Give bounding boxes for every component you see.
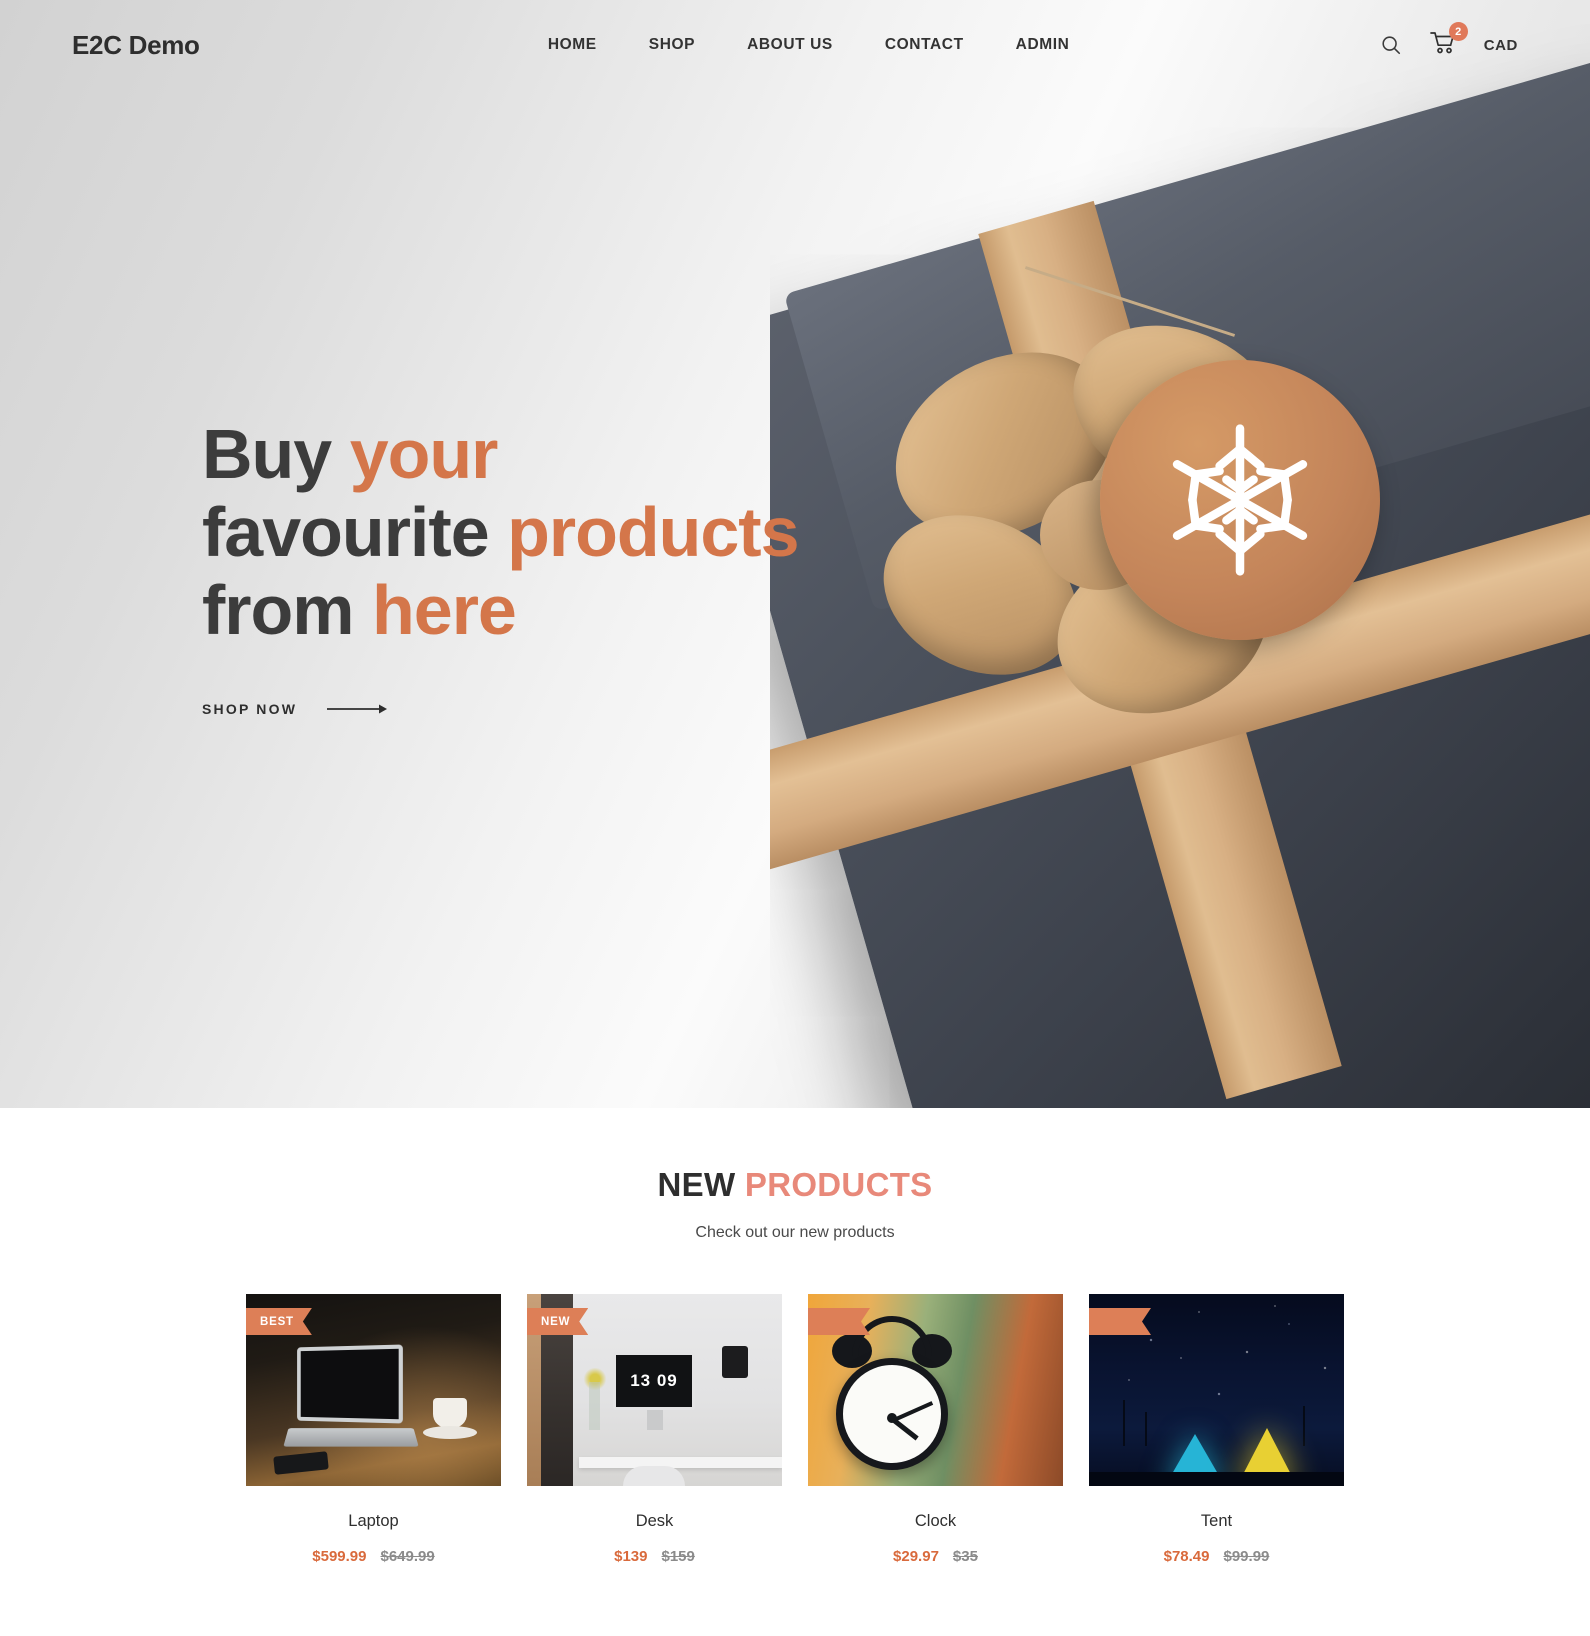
product-card-desk[interactable]: 13 09 NEW Desk $139 $159: [527, 1294, 782, 1565]
nav-item-about-us[interactable]: ABOUT US: [747, 36, 833, 54]
arrow-right-icon: [327, 704, 388, 714]
product-card-clock[interactable]: Clock $29.97 $35: [808, 1294, 1063, 1565]
product-price-current: $139: [614, 1548, 648, 1565]
product-price-original: $649.99: [380, 1548, 435, 1565]
nav-item-admin[interactable]: ADMIN: [1016, 36, 1070, 54]
hero-section: E2C Demo HOME SHOP ABOUT US CONTACT ADMI…: [0, 0, 1590, 1108]
nav-item-shop[interactable]: SHOP: [649, 36, 695, 54]
product-name: Desk: [635, 1512, 674, 1530]
product-price-row: $599.99 $649.99: [246, 1548, 501, 1565]
product-name: Laptop: [348, 1512, 399, 1530]
product-image-clock[interactable]: [808, 1294, 1063, 1486]
header-actions: 2 CAD: [1378, 22, 1518, 59]
product-price-current: $29.97: [893, 1548, 939, 1565]
nav-item-home[interactable]: HOME: [548, 36, 597, 54]
hero-line2-dark: favourite: [202, 493, 508, 571]
product-name: Tent: [1200, 1512, 1233, 1530]
new-products-section: NEW PRODUCTS Check out our new products …: [0, 1108, 1590, 1636]
cart-button[interactable]: 2: [1429, 22, 1468, 59]
product-price-row: $78.49 $99.99: [1089, 1548, 1344, 1565]
site-header: E2C Demo HOME SHOP ABOUT US CONTACT ADMI…: [0, 0, 1590, 90]
section-title: NEW PRODUCTS: [0, 1166, 1590, 1204]
product-badge-ribbon: [1089, 1308, 1151, 1335]
hero-headline-line-2: favourite products: [202, 493, 922, 571]
gift-tag: [1100, 360, 1380, 640]
product-price-row: $139 $159: [527, 1548, 782, 1565]
section-subtitle: Check out our new products: [695, 1224, 895, 1241]
section-title-dark: NEW: [657, 1166, 736, 1203]
product-price-current: $599.99: [312, 1548, 367, 1565]
search-button[interactable]: [1378, 32, 1404, 58]
hero-line3-dark: from: [202, 571, 372, 649]
currency-selector[interactable]: CAD: [1484, 37, 1518, 54]
site-logo[interactable]: E2C Demo: [72, 30, 200, 61]
desk-screen-text: 13 09: [630, 1371, 678, 1390]
hero-headline-line-3: from here: [202, 571, 922, 649]
hero-line1-dark: Buy: [202, 415, 350, 493]
product-price-row: $29.97 $35: [808, 1548, 1063, 1565]
product-card-laptop[interactable]: BEST Laptop $599.99 $649.99: [246, 1294, 501, 1565]
nav-item-contact[interactable]: CONTACT: [885, 36, 964, 54]
search-icon: [1382, 36, 1400, 55]
product-badge-ribbon: [808, 1308, 870, 1335]
hero-line3-accent: here: [372, 571, 517, 649]
cart-count-badge: 2: [1448, 22, 1468, 41]
hero-content: Buy your favourite products from here SH…: [202, 415, 922, 717]
product-image-desk[interactable]: 13 09 NEW: [527, 1294, 782, 1486]
product-price-current: $78.49: [1163, 1548, 1210, 1565]
main-navigation: HOME SHOP ABOUT US CONTACT ADMIN: [240, 36, 1378, 54]
product-price-original: $35: [952, 1548, 978, 1565]
shop-now-label: SHOP NOW: [202, 701, 298, 717]
product-name: Clock: [914, 1512, 957, 1530]
snowflake-icon: [1172, 424, 1308, 576]
hero-headline-line-1: Buy your: [202, 415, 922, 493]
hero-line1-accent: your: [349, 415, 499, 493]
product-badge-new: NEW: [527, 1308, 588, 1335]
product-image-tent[interactable]: [1089, 1294, 1344, 1486]
shop-now-button[interactable]: SHOP NOW: [202, 701, 389, 717]
product-price-original: $99.99: [1223, 1548, 1270, 1565]
product-image-laptop[interactable]: BEST: [246, 1294, 501, 1486]
product-price-original: $159: [661, 1548, 695, 1565]
hero-line2-accent: products: [507, 493, 799, 571]
product-badge-best: BEST: [246, 1308, 312, 1335]
section-title-accent: PRODUCTS: [744, 1166, 933, 1203]
product-grid: BEST Laptop $599.99 $649.99 13 09 NEW De…: [0, 1294, 1590, 1565]
product-card-tent[interactable]: Tent $78.49 $99.99: [1089, 1294, 1344, 1565]
